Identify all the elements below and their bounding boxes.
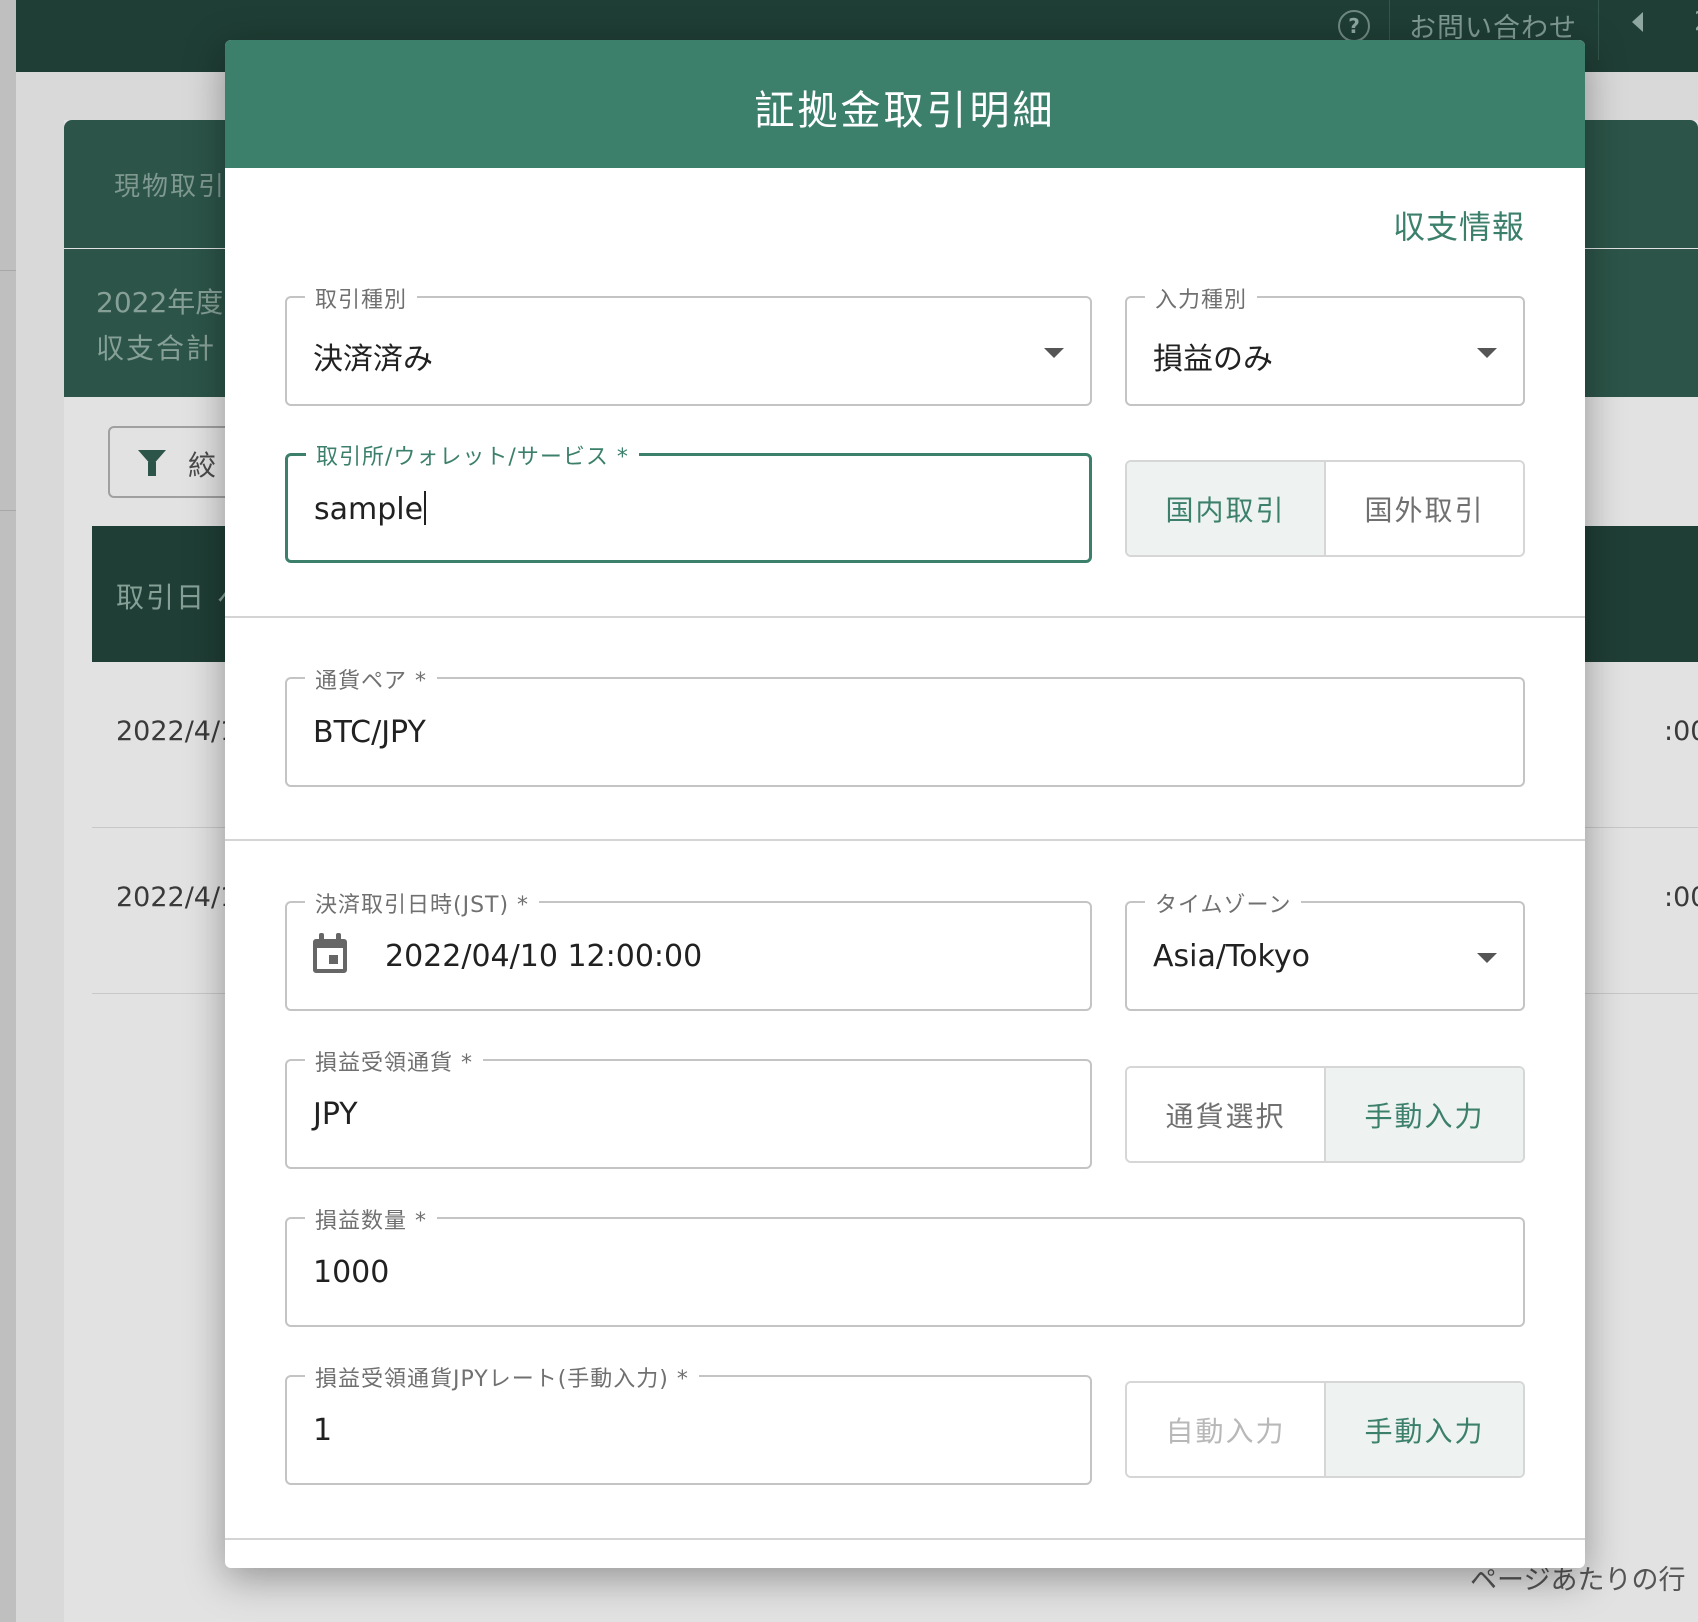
calendar-icon[interactable] [311, 933, 349, 973]
timezone-label: タイムゾーン [1145, 887, 1302, 919]
text-cursor [424, 491, 427, 525]
filter-label: 絞 [188, 449, 217, 482]
pl-currency-value: JPY [313, 1097, 358, 1132]
domestic-option[interactable]: 国内取引 [1127, 462, 1324, 555]
jpy-rate-input[interactable]: 損益受領通貨JPYレート(手動入力) * 1 [285, 1361, 1092, 1485]
pl-amount-label: 損益数量 * [305, 1203, 437, 1235]
trade-type-label: 取引種別 [305, 282, 418, 314]
timezone-select[interactable]: タイムゾーン Asia/Tokyo [1125, 887, 1525, 1011]
trade-type-select[interactable]: 取引種別 決済済み [285, 282, 1092, 406]
exchange-label: 取引所/ウォレット/サービス * [306, 439, 639, 471]
currency-manual-option[interactable]: 手動入力 [1324, 1068, 1523, 1161]
pl-currency-label: 損益受領通貨 * [305, 1045, 483, 1077]
margin-trade-dialog: 証拠金取引明細 収支情報 取引種別 決済済み 入力種別 損益のみ 取引所/ウォレ… [225, 40, 1585, 1568]
timezone-value: Asia/Tokyo [1153, 939, 1310, 974]
row-time: :00:00 [1664, 882, 1698, 913]
rate-auto-option[interactable]: 自動入力 [1127, 1383, 1324, 1476]
row-time: :00:00 [1664, 716, 1698, 747]
input-type-label: 入力種別 [1145, 282, 1258, 314]
currency-pair-value: BTC/JPY [313, 715, 426, 750]
tab-spot[interactable]: 現物取引 [114, 166, 226, 203]
left-edge-strip [0, 0, 16, 1622]
exchange-input[interactable]: 取引所/ウォレット/サービス * sample [285, 439, 1092, 563]
help-icon[interactable]: ? [1338, 10, 1370, 42]
jpy-rate-label: 損益受領通貨JPYレート(手動入力) * [305, 1361, 699, 1393]
rate-mode-toggle[interactable]: 自動入力 手動入力 [1125, 1381, 1525, 1478]
currency-pair-input[interactable]: 通貨ペア * BTC/JPY [285, 663, 1525, 787]
page-number: 2 [1694, 6, 1698, 37]
pl-amount-value: 1000 [313, 1255, 390, 1290]
dialog-title: 証拠金取引明細 [754, 88, 1056, 134]
section-divider [225, 616, 1585, 618]
pl-amount-input[interactable]: 損益数量 * 1000 [285, 1203, 1525, 1327]
rate-manual-option[interactable]: 手動入力 [1324, 1383, 1523, 1476]
summary-total-label: 収支合計 [96, 332, 217, 365]
exchange-value: sample [314, 492, 424, 527]
row-date: 2022/4/1 [116, 882, 238, 913]
dialog-header: 証拠金取引明細 [225, 40, 1585, 168]
settlement-datetime-value: 2022/04/10 12:00:00 [385, 939, 703, 974]
currency-select-option[interactable]: 通貨選択 [1127, 1068, 1324, 1161]
income-info-link[interactable]: 収支情報 [1393, 202, 1525, 248]
overseas-option[interactable]: 国外取引 [1324, 462, 1523, 555]
currency-pair-label: 通貨ペア * [305, 663, 437, 695]
summary-year: 2022年度 [96, 286, 224, 319]
dropdown-arrow-icon [1044, 348, 1064, 358]
settlement-datetime-input[interactable]: 決済取引日時(JST) * 2022/04/10 12:00:00 [285, 887, 1092, 1011]
settlement-datetime-label: 決済取引日時(JST) * [305, 887, 540, 919]
jpy-rate-value: 1 [313, 1413, 333, 1448]
row-date: 2022/4/1 [116, 716, 238, 747]
dropdown-arrow-icon [1477, 348, 1497, 358]
currency-mode-toggle[interactable]: 通貨選択 手動入力 [1125, 1066, 1525, 1163]
topbar-divider [1598, 0, 1599, 60]
pl-currency-input[interactable]: 損益受領通貨 * JPY [285, 1045, 1092, 1169]
trade-type-value: 決済済み [313, 342, 433, 377]
exchange-scope-toggle[interactable]: 国内取引 国外取引 [1125, 460, 1525, 557]
section-divider [225, 1538, 1585, 1540]
input-type-select[interactable]: 入力種別 損益のみ [1125, 282, 1525, 406]
input-type-value: 損益のみ [1153, 342, 1273, 377]
dropdown-arrow-icon [1477, 953, 1497, 963]
chevron-left-icon[interactable] [1632, 12, 1643, 32]
section-divider [225, 839, 1585, 841]
